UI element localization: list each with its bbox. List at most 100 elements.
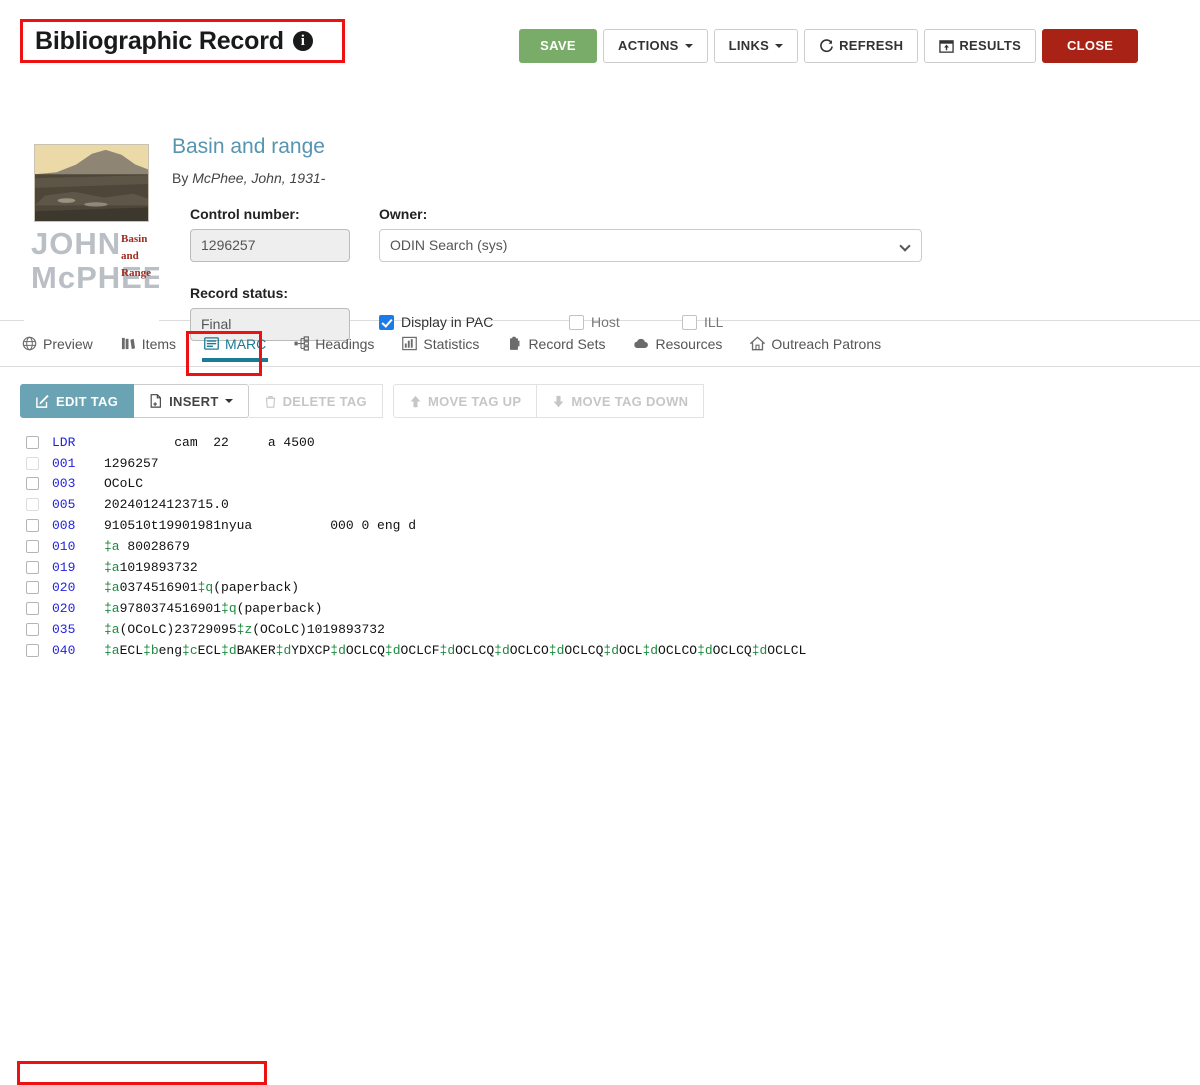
marc-row[interactable]: 035 ‡a(OCoLC)23729095‡z(OCoLC)1019893732 [26, 619, 1200, 640]
close-button[interactable]: CLOSE [1042, 29, 1139, 63]
tab-label: Record Sets [528, 335, 606, 352]
edit-tag-button[interactable]: EDIT TAG [20, 384, 135, 418]
tab-resources[interactable]: Resources [631, 321, 724, 367]
move-tag-down-button[interactable]: MOVE TAG DOWN [537, 384, 705, 418]
delete-tag-button[interactable]: DELETE TAG [248, 384, 383, 418]
tab-label: Outreach Patrons [771, 335, 882, 352]
page-title-highlight-box: Bibliographic Record i [20, 19, 345, 63]
marc-tag: LDR [52, 434, 76, 450]
marc-value-text: cam 22 a 4500 [104, 434, 315, 450]
owner-selected-value: ODIN Search (sys) [390, 237, 508, 253]
tab-headings[interactable]: Headings [292, 321, 376, 367]
marc-value-text: OCLCO [658, 642, 698, 658]
marc-row-checkbox[interactable] [26, 539, 39, 553]
subfield-delimiter: ‡d [384, 642, 401, 658]
info-circle-icon[interactable]: i [292, 31, 313, 51]
marc-value: ‡a0374516901‡q(paperback) [104, 580, 299, 595]
trash-icon [264, 395, 277, 408]
marc-tag: 008 [52, 518, 76, 534]
record-title-link[interactable]: Basin and range [172, 135, 325, 159]
cover-author-line1: JOHN [31, 226, 122, 261]
insert-dropdown-button[interactable]: INSERT [134, 384, 249, 418]
results-button[interactable]: RESULTS [924, 29, 1037, 63]
owner-label: Owner: [379, 206, 428, 222]
subfield-delimiter: ‡c [182, 642, 198, 658]
marc-row[interactable]: LDR cam 22 a 4500 [26, 432, 1200, 453]
tab-label: Preview [43, 335, 93, 352]
marc-row[interactable]: 020 ‡a0374516901‡q(paperback) [26, 578, 1200, 599]
tab-outreach-patrons[interactable]: Outreach Patrons [748, 321, 883, 367]
active-tab-underline [202, 357, 269, 362]
marc-value-text: (paperback) [213, 580, 300, 596]
marc-value: ‡a 80028679 [104, 539, 190, 554]
marc-value: ‡a1019893732 [104, 560, 198, 575]
marc-row[interactable]: 040 ‡aECL‡beng‡cECL‡dBAKER‡dYDXCP‡dOCLCQ‡… [26, 640, 1200, 661]
marc-row-checkbox[interactable] [26, 519, 39, 533]
chevron-down-icon [899, 240, 911, 252]
record-toolbar: SAVE ACTIONS LINKS REFRESH RESULTS CLOSE [519, 29, 1139, 63]
subfield-delimiter: ‡a [104, 642, 120, 658]
marc-row-checkbox[interactable] [26, 498, 39, 512]
marc-value-text: OCLCQ [564, 642, 604, 658]
marc-editor-toolbar: EDIT TAG INSERT DELETE TAG MOVE TAG UP M… [0, 367, 1200, 418]
tab-label: Items [141, 335, 177, 352]
tab-label: Resources [655, 335, 723, 352]
record-tab-bar: Preview Items MARC Headings Statistics Record… [0, 321, 1200, 367]
tab-items[interactable]: Items [119, 321, 178, 367]
subfield-delimiter: ‡q [221, 601, 237, 617]
tab-preview[interactable]: Preview [20, 321, 95, 367]
actions-dropdown-button[interactable]: ACTIONS [603, 29, 708, 63]
page-header: Bibliographic Record i SAVE ACTIONS LINK… [0, 0, 1200, 63]
marc-row[interactable]: 019 ‡a1019893732 [26, 557, 1200, 578]
cover-title-line3: Range [121, 267, 151, 279]
marc-value-text: OCoLC [104, 476, 144, 492]
marc-row-checkbox[interactable] [26, 435, 39, 449]
tab-marc[interactable]: MARC [202, 321, 269, 367]
marc-row-checkbox[interactable] [26, 456, 39, 470]
marc-row[interactable]: 005 20240124123715.0 [26, 494, 1200, 515]
pencil-square-icon [36, 394, 50, 408]
owner-select[interactable]: ODIN Search (sys) [379, 229, 922, 262]
cloud-icon [633, 336, 649, 351]
control-number-field[interactable]: 1296257 [190, 229, 350, 262]
refresh-label: REFRESH [839, 38, 904, 53]
chevron-down-icon [775, 44, 784, 48]
move-tag-down-label: MOVE TAG DOWN [571, 393, 689, 409]
refresh-button[interactable]: REFRESH [804, 29, 919, 63]
marc-value-text: OCLCQ [712, 642, 752, 658]
marc-row[interactable]: 020 ‡a9780374516901‡q(paperback) [26, 598, 1200, 619]
marc-table-wrapper: LDR cam 22 a 4500 001 1296257 003 OCoLC 005 20… [0, 432, 1200, 1085]
marc-tag: 020 [52, 580, 76, 596]
marc-row-checkbox[interactable] [26, 623, 39, 637]
record-summary: JOHN McPHEE Basin and Range Basin and ra… [0, 62, 1200, 341]
marc-tag: 010 [52, 538, 76, 554]
subfield-delimiter: ‡d [751, 642, 768, 658]
globe-icon [22, 336, 37, 351]
record-author: By McPhee, John, 1931- [172, 170, 325, 186]
marc-value-text: ECL [197, 642, 222, 658]
links-dropdown-button[interactable]: LINKS [713, 29, 799, 63]
move-tag-up-button[interactable]: MOVE TAG UP [392, 384, 538, 418]
subfield-delimiter: ‡d [439, 642, 456, 658]
subfield-delimiter: ‡d [548, 642, 565, 658]
marc-row-checkbox[interactable] [26, 581, 39, 595]
marc-row[interactable]: 003 OCoLC [26, 474, 1200, 495]
edit-tag-label: EDIT TAG [56, 393, 119, 409]
marc-row-checkbox[interactable] [26, 560, 39, 574]
book-cover-image: JOHN McPHEE Basin and Range [24, 136, 159, 332]
marc-row-checkbox[interactable] [26, 643, 39, 657]
marc-value-text: (paperback) [236, 601, 323, 617]
tab-statistics[interactable]: Statistics [400, 321, 481, 367]
bar-chart-icon [402, 336, 418, 351]
marc-row[interactable]: 010 ‡a 80028679 [26, 536, 1200, 557]
marc-row-checkbox[interactable] [26, 602, 39, 616]
marc-row-checkbox[interactable] [26, 477, 39, 491]
tab-record-sets[interactable]: Record Sets [505, 321, 607, 367]
marc-value: 910510t19901981nyua 000 0 eng d [104, 518, 416, 533]
save-button[interactable]: SAVE [519, 29, 597, 63]
subfield-delimiter: ‡d [494, 642, 510, 658]
marc-row[interactable]: 008 910510t19901981nyua 000 0 eng d [26, 515, 1200, 536]
chevron-down-icon [224, 399, 233, 403]
marc-row[interactable]: 001 1296257 [26, 453, 1200, 474]
